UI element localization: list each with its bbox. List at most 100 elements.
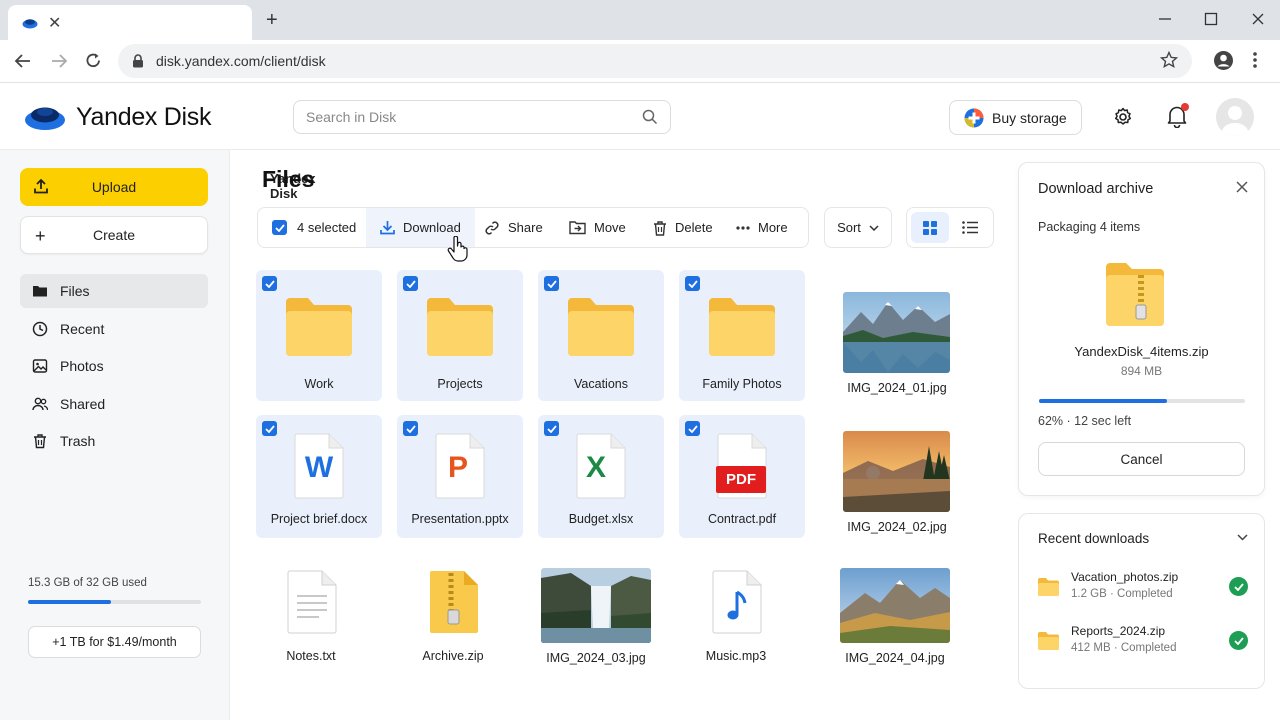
download-progress-bar xyxy=(1039,399,1245,403)
sidebar-item-recent[interactable]: Recent xyxy=(20,312,208,346)
storage-usage-text: 15.3 GB of 32 GB used xyxy=(28,577,147,589)
move-label: Move xyxy=(594,220,626,235)
recent-download-item[interactable]: Reports_2024.zip 412 MB · Completed xyxy=(1038,624,1248,664)
upload-button[interactable]: Upload xyxy=(20,168,208,206)
folder-icon xyxy=(33,286,47,297)
profile-icon[interactable] xyxy=(1213,50,1234,71)
checkbox-checked-icon[interactable] xyxy=(544,421,559,436)
checkmark-success-icon xyxy=(1229,631,1248,650)
file-tile-notes[interactable]: Notes.txt xyxy=(248,562,374,672)
buy-storage-label: Buy storage xyxy=(992,109,1067,126)
folder-icon xyxy=(1038,578,1059,596)
file-name: Music.mp3 xyxy=(705,649,767,663)
file-tile-archive[interactable]: Archive.zip xyxy=(390,562,516,672)
new-tab-icon[interactable]: + xyxy=(266,10,278,30)
search-input[interactable]: Search in Disk xyxy=(293,100,671,134)
delete-label: Delete xyxy=(675,220,713,235)
sidebar-item-label: Shared xyxy=(60,396,106,412)
selection-count[interactable]: 4 selected xyxy=(272,208,356,247)
sort-label: Sort xyxy=(837,220,861,235)
folder-icon xyxy=(568,298,634,356)
omnibox[interactable]: disk.yandex.com/client/disk xyxy=(118,44,1192,78)
checkbox-checked-icon xyxy=(272,220,287,235)
checkbox-checked-icon[interactable] xyxy=(262,421,277,436)
checkbox-checked-icon[interactable] xyxy=(685,421,700,436)
file-name: Notes.txt xyxy=(286,649,336,663)
close-window-icon[interactable] xyxy=(1251,12,1265,26)
folder-icon xyxy=(286,298,352,356)
zip-folder-icon xyxy=(1106,263,1164,326)
sort-button[interactable]: Sort xyxy=(824,207,892,248)
sidebar-item-shared[interactable]: Shared xyxy=(20,387,208,421)
file-tile-budget[interactable]: X Budget.xlsx xyxy=(538,415,664,538)
chevron-down-icon[interactable] xyxy=(1237,534,1248,541)
file-tile-img-03[interactable]: IMG_2024_03.jpg xyxy=(531,562,661,672)
file-tile-presentation[interactable]: P Presentation.pptx xyxy=(397,415,523,538)
checkbox-checked-icon[interactable] xyxy=(403,276,418,291)
powerpoint-badge: P xyxy=(447,451,468,484)
yandex-disk-logo[interactable]: Yandex Disk xyxy=(24,102,212,132)
minimize-icon[interactable] xyxy=(1158,12,1172,26)
file-tile-img-02[interactable]: IMG_2024_02.jpg xyxy=(833,425,961,541)
cancel-button[interactable]: Cancel xyxy=(1038,442,1245,476)
more-button[interactable]: More xyxy=(736,208,788,247)
file-tile-img-01[interactable]: IMG_2024_01.jpg xyxy=(833,286,961,402)
file-tile-vacations[interactable]: Vacations xyxy=(538,270,664,401)
close-icon[interactable] xyxy=(1236,181,1248,193)
create-button[interactable]: + Create xyxy=(20,216,208,254)
star-icon[interactable] xyxy=(1160,51,1178,69)
sidebar-item-files[interactable]: Files xyxy=(20,274,208,308)
checkbox-checked-icon[interactable] xyxy=(262,276,277,291)
sidebar-item-trash[interactable]: Trash xyxy=(20,424,208,458)
download-label: Download xyxy=(403,220,461,235)
folder-icon xyxy=(709,298,775,356)
list-view-button[interactable] xyxy=(951,212,989,243)
grid-view-button[interactable] xyxy=(911,212,949,243)
file-name: Contract.pdf xyxy=(707,512,777,526)
file-tile-projects[interactable]: Projects xyxy=(397,270,523,401)
move-button[interactable]: Move xyxy=(569,208,626,247)
file-tile-img-04[interactable]: IMG_2024_04.jpg xyxy=(830,562,960,672)
browser-tab[interactable]: Yandex Disk ✕ xyxy=(8,5,316,201)
url-text: disk.yandex.com/client/disk xyxy=(156,53,326,69)
file-tile-work[interactable]: Work xyxy=(256,270,382,401)
file-tile-music[interactable]: Music.mp3 xyxy=(673,562,799,672)
selection-count-label: 4 selected xyxy=(297,220,357,235)
search-icon[interactable] xyxy=(642,109,658,125)
checkbox-checked-icon[interactable] xyxy=(544,276,559,291)
kebab-menu-icon[interactable] xyxy=(1252,50,1258,70)
close-tab-icon[interactable]: ✕ xyxy=(48,13,61,33)
avatar[interactable] xyxy=(1216,98,1254,136)
recent-download-item[interactable]: Vacation_photos.zip 1.2 GB · Completed xyxy=(1038,570,1248,610)
reload-icon[interactable] xyxy=(85,52,102,69)
download-name: Reports_2024.zip xyxy=(1071,624,1166,638)
upgrade-plan-button[interactable]: +1 TB for $1.49/month xyxy=(28,626,201,658)
file-name: Presentation.pptx xyxy=(411,512,509,526)
zip-archive-icon xyxy=(430,571,478,633)
maximize-icon[interactable] xyxy=(1204,12,1218,26)
download-progress-text: 62% · 12 sec left xyxy=(1038,414,1132,428)
checkbox-checked-icon[interactable] xyxy=(685,276,700,291)
download-progress-fill xyxy=(1039,399,1167,403)
recent-downloads-panel: Recent downloads Vacation_photos.zip 1.2… xyxy=(1018,513,1265,689)
share-button[interactable]: Share xyxy=(484,208,543,247)
file-tile-project-brief[interactable]: W Project brief.docx xyxy=(256,415,382,538)
buy-storage-button[interactable]: Buy storage xyxy=(949,100,1082,135)
mountain-valley-photo-thumbnail xyxy=(840,568,950,643)
delete-button[interactable]: Delete xyxy=(653,208,713,247)
address-bar-row: disk.yandex.com/client/disk xyxy=(0,40,1280,83)
sidebar-item-photos[interactable]: Photos xyxy=(20,349,208,383)
notifications-button[interactable] xyxy=(1166,103,1190,129)
hand-pointer-cursor-icon xyxy=(447,236,468,262)
recent-downloads-title: Recent downloads xyxy=(1038,531,1150,546)
chevron-down-icon xyxy=(869,224,879,231)
back-arrow-icon[interactable] xyxy=(14,53,32,69)
logo-text: Yandex Disk xyxy=(76,102,212,131)
checkbox-checked-icon[interactable] xyxy=(403,421,418,436)
forward-arrow-icon[interactable] xyxy=(50,53,68,69)
file-tile-contract[interactable]: PDF Contract.pdf xyxy=(679,415,805,538)
file-tile-family-photos[interactable]: Family Photos xyxy=(679,270,805,401)
file-name: Vacations xyxy=(574,377,628,391)
image-icon xyxy=(32,359,48,373)
gear-icon[interactable] xyxy=(1113,107,1133,127)
